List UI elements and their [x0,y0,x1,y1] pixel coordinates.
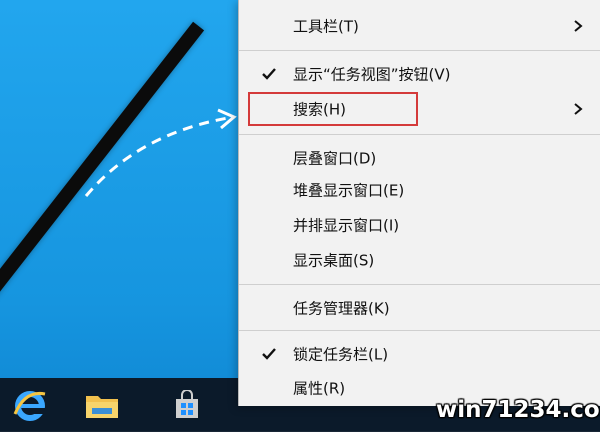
menu-item-label: 搜索(H) [293,100,346,119]
dashed-arrow-annotation [84,108,237,197]
menu-item-cascade-windows[interactable]: 层叠窗口(D) [239,140,600,176]
taskbar-context-menu: 工具栏(T) 显示“任务视图”按钮(V) 搜索(H) 层叠窗口(D) 堆叠显示窗… [238,0,600,406]
menu-item-label: 工具栏(T) [293,17,359,36]
chevron-right-icon [574,103,583,115]
internet-explorer-icon[interactable] [0,378,60,432]
menu-separator [239,50,600,51]
checkmark-icon [262,68,276,80]
store-icon[interactable] [157,378,217,432]
menu-item-label: 显示“任务视图”按钮(V) [293,65,451,84]
watermark-text: win71234.com [436,397,600,423]
menu-item-label: 任务管理器(K) [293,299,390,318]
menu-item-show-desktop[interactable]: 显示桌面(S) [239,242,600,278]
menu-separator [239,134,600,135]
menu-separator [239,330,600,331]
menu-item-label: 堆叠显示窗口(E) [293,181,405,200]
menu-item-label: 属性(R) [293,379,346,398]
menu-item-show-windows-side-by-side[interactable]: 并排显示窗口(I) [239,207,600,243]
chevron-right-icon [574,20,583,32]
menu-item-label: 并排显示窗口(I) [293,216,400,235]
menu-item-show-windows-stacked[interactable]: 堆叠显示窗口(E) [239,172,600,208]
menu-item-label: 锁定任务栏(L) [293,345,389,364]
menu-item-label: 层叠窗口(D) [293,149,377,168]
menu-separator [239,284,600,285]
menu-item-show-task-view-button[interactable]: 显示“任务视图”按钮(V) [239,56,600,92]
menu-item-search[interactable]: 搜索(H) [239,91,600,127]
menu-item-toolbars[interactable]: 工具栏(T) [239,8,600,44]
file-explorer-icon[interactable] [72,378,132,432]
menu-item-lock-taskbar[interactable]: 锁定任务栏(L) [239,336,600,372]
checkmark-icon [262,348,276,360]
menu-item-task-manager[interactable]: 任务管理器(K) [239,290,600,326]
menu-item-label: 显示桌面(S) [293,251,375,270]
